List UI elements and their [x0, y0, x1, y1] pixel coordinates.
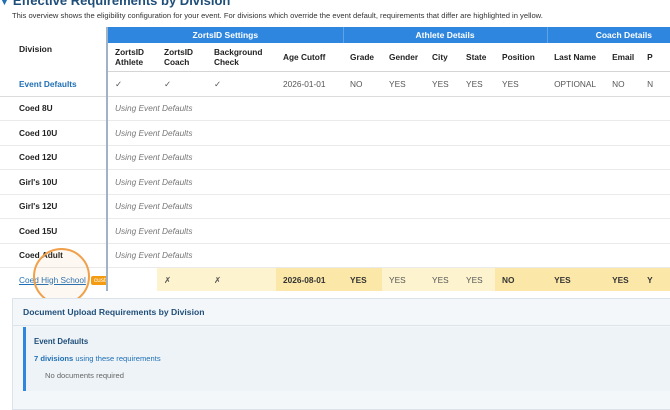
division-row: Girl's 12U Using Event Defaults: [0, 194, 670, 219]
cell-phone: N: [640, 71, 670, 97]
cell-zortsid-coach: ✓: [157, 71, 207, 97]
division-count-value: 7 divisions: [34, 354, 74, 363]
division-name: Coed 15U: [0, 218, 108, 244]
cell-phone: Y: [640, 267, 670, 291]
athlete-details-group-header: Athlete Details: [343, 27, 548, 43]
using-defaults-text: Using Event Defaults: [107, 243, 670, 268]
event-defaults-doc-card: Event Defaults 7 divisions using these r…: [23, 327, 670, 391]
division-row: Coed 8U Using Event Defaults: [0, 96, 670, 121]
division-row: Coed 15U Using Event Defaults: [0, 218, 670, 244]
document-upload-title: Document Upload Requirements by Division: [23, 307, 205, 317]
division-name: Coed Adult: [0, 243, 108, 268]
using-defaults-text: Using Event Defaults: [107, 218, 670, 244]
division-count-suffix: using these requirements: [73, 354, 161, 363]
division-name: Coed 8U: [0, 96, 108, 121]
col-phone: P: [640, 43, 670, 72]
division-name: Girl's 12U: [0, 194, 108, 219]
cell-gender: YES: [382, 71, 426, 97]
using-defaults-text: Using Event Defaults: [107, 120, 670, 146]
col-city: City: [425, 43, 460, 72]
using-defaults-text: Using Event Defaults: [107, 145, 670, 170]
cell-zortsid-athlete: ✓: [107, 71, 157, 97]
doc-card-division-count: 7 divisions using these requirements: [34, 354, 161, 363]
doc-card-title: Event Defaults: [34, 337, 89, 346]
cell-city: YES: [425, 71, 460, 97]
division-name: Coed 10U: [0, 120, 108, 146]
col-grade: Grade: [343, 43, 383, 72]
division-link-coed-high-school[interactable]: Coed High School: [19, 275, 86, 285]
division-name: Coed 12U: [0, 145, 108, 170]
cell-grade: NO: [343, 71, 383, 97]
document-upload-panel: Document Upload Requirements by Division…: [12, 298, 670, 410]
custom-badge: custom: [90, 275, 105, 285]
col-state: State: [459, 43, 496, 72]
cell-email: YES: [605, 267, 641, 291]
cell-gender: YES: [382, 267, 426, 291]
coach-details-group-header: Coach Details: [547, 27, 670, 43]
division-row: Coed 12U Using Event Defaults: [0, 145, 670, 170]
requirements-table: Division ZortsID Settings Athlete Detail…: [0, 27, 670, 291]
col-background-check: Background Check: [207, 43, 276, 72]
col-position: Position: [495, 43, 548, 72]
cell-zortsid-coach: ✗: [157, 267, 207, 291]
cell-age-cutoff: 2026-08-01: [276, 267, 344, 291]
cell-background-check: ✗: [207, 267, 276, 291]
section-title: ▼ Effective Requirements by Division: [0, 0, 230, 8]
cell-age-cutoff: 2026-01-01: [276, 71, 344, 97]
cell-state: YES: [459, 71, 496, 97]
no-documents-text: No documents required: [45, 371, 124, 380]
cell-zortsid-athlete: [107, 267, 157, 291]
division-row: Coed Adult Using Event Defaults: [0, 243, 670, 268]
using-defaults-text: Using Event Defaults: [107, 169, 670, 195]
panel-divider: [13, 325, 670, 326]
col-zortsid-coach: ZortsID Coach: [157, 43, 207, 72]
event-defaults-row: Event Defaults ✓ ✓ ✓ 2026-01-01 NO YES Y…: [0, 71, 670, 97]
requirements-table-wrapper: Division ZortsID Settings Athlete Detail…: [0, 27, 670, 291]
cell-position: YES: [495, 71, 548, 97]
col-zortsid-athlete: ZortsID Athlete: [107, 43, 157, 72]
using-defaults-text: Using Event Defaults: [107, 96, 670, 121]
cell-last-name: OPTIONAL: [547, 71, 606, 97]
intro-text: This overview shows the eligibility conf…: [12, 11, 543, 20]
custom-division-cell: Coed High School custom: [0, 267, 108, 291]
cell-background-check: ✓: [207, 71, 276, 97]
cell-state: YES: [459, 267, 496, 291]
cell-last-name: YES: [547, 267, 606, 291]
col-email: Email: [605, 43, 641, 72]
collapse-triangle-icon[interactable]: ▼: [0, 0, 9, 7]
cell-grade: YES: [343, 267, 383, 291]
group-header-row: Division ZortsID Settings Athlete Detail…: [0, 27, 670, 72]
col-last-name: Last Name: [547, 43, 606, 72]
division-column-header: Division: [0, 27, 108, 72]
custom-division-row: Coed High School custom ✗ ✗ 2026-08-01 YE…: [0, 267, 670, 291]
event-defaults-label[interactable]: Event Defaults: [0, 71, 108, 97]
col-gender: Gender: [382, 43, 426, 72]
division-name: Girl's 10U: [0, 169, 108, 195]
cell-email: NO: [605, 71, 641, 97]
zortsid-settings-group-header: ZortsID Settings: [107, 27, 344, 43]
using-defaults-text: Using Event Defaults: [107, 194, 670, 219]
division-row: Girl's 10U Using Event Defaults: [0, 169, 670, 195]
cell-city: YES: [425, 267, 460, 291]
col-age-cutoff: Age Cutoff: [276, 43, 344, 72]
cell-position: NO: [495, 267, 548, 291]
division-row: Coed 10U Using Event Defaults: [0, 120, 670, 146]
